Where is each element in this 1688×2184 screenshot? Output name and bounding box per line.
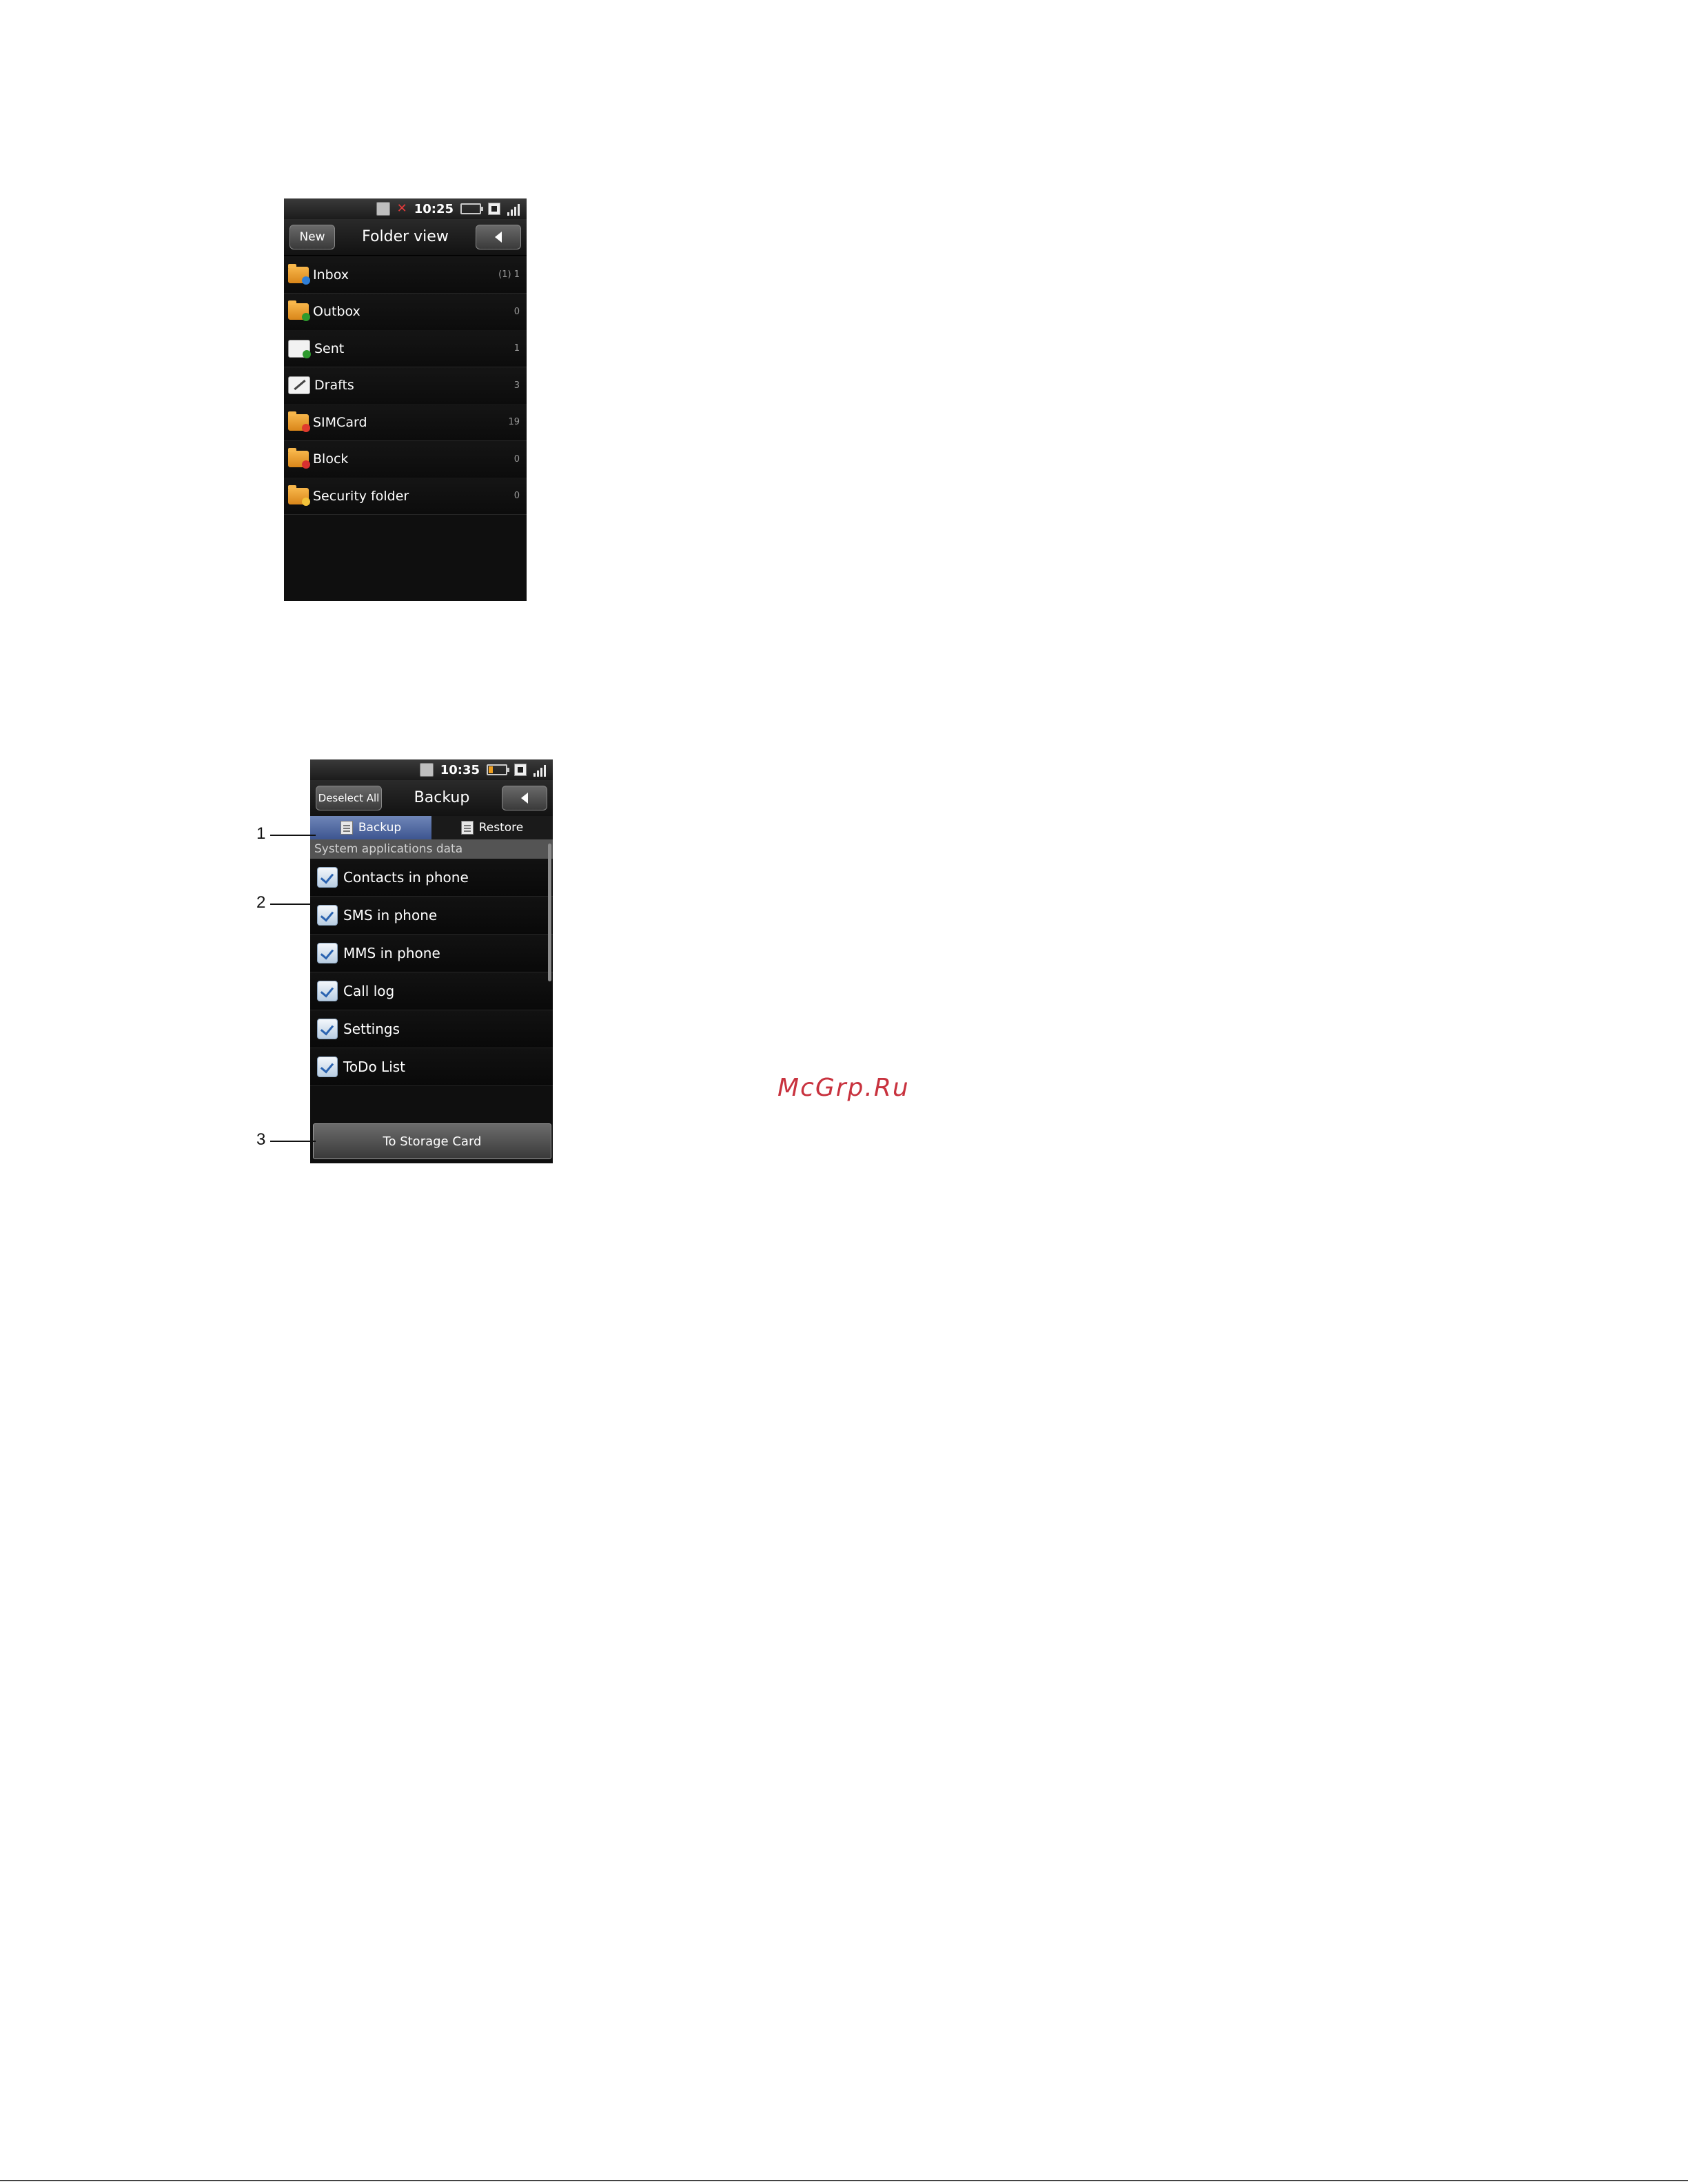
battery-icon bbox=[460, 203, 483, 214]
new-button[interactable]: New bbox=[289, 225, 335, 249]
folder-name: Drafts bbox=[314, 378, 354, 393]
folder-count: (1) 1 bbox=[498, 269, 520, 280]
folder-row[interactable]: Drafts 3 bbox=[284, 367, 527, 405]
title-bar: Deselect All Backup bbox=[310, 780, 553, 817]
checkbox[interactable] bbox=[317, 867, 338, 888]
badge-icon bbox=[302, 460, 310, 469]
folder-name: Inbox bbox=[313, 267, 349, 283]
callout-line-2 bbox=[270, 904, 316, 905]
backup-item-label: SMS in phone bbox=[343, 907, 438, 923]
status-bar: ✕ 10:25 bbox=[284, 198, 527, 219]
tab-bar: Backup Restore bbox=[310, 816, 553, 839]
back-arrow-icon bbox=[495, 232, 502, 243]
notification-icon bbox=[488, 203, 500, 215]
callout-2: 2 bbox=[256, 893, 266, 912]
simcard-folder-icon bbox=[288, 411, 310, 432]
tab-backup[interactable]: Backup bbox=[310, 816, 431, 839]
backup-item-row[interactable]: SMS in phone bbox=[310, 897, 553, 935]
back-button[interactable] bbox=[476, 225, 521, 249]
battery-icon bbox=[487, 764, 509, 775]
folder-count: 0 bbox=[513, 453, 520, 465]
security-folder-icon bbox=[288, 484, 310, 506]
checkbox[interactable] bbox=[317, 981, 338, 1001]
inbox-folder-icon bbox=[288, 263, 310, 285]
back-button[interactable] bbox=[502, 786, 547, 810]
folder-row[interactable]: Outbox 0 bbox=[284, 293, 527, 331]
page-title: Backup bbox=[414, 789, 470, 806]
folder-count: 0 bbox=[513, 491, 520, 501]
folder-name: Outbox bbox=[313, 304, 360, 319]
watermark: McGrp.Ru bbox=[777, 1074, 910, 1102]
backup-item-label: Call log bbox=[343, 983, 395, 999]
folder-name: Security folder bbox=[313, 488, 409, 504]
tab-label: Backup bbox=[358, 821, 402, 835]
section-header: System applications data bbox=[310, 839, 553, 859]
badge-icon bbox=[302, 276, 310, 285]
backup-item-label: Settings bbox=[343, 1021, 400, 1037]
backup-item-row[interactable]: ToDo List bbox=[310, 1048, 553, 1086]
mute-icon: ✕ bbox=[396, 201, 407, 216]
status-time: 10:35 bbox=[440, 762, 480, 777]
badge-icon bbox=[302, 313, 310, 321]
backup-item-label: ToDo List bbox=[343, 1059, 406, 1075]
backup-item-row[interactable]: Settings bbox=[310, 1010, 553, 1048]
folder-count: 3 bbox=[513, 380, 520, 391]
outbox-folder-icon bbox=[288, 300, 310, 321]
tab-label: Restore bbox=[478, 821, 524, 835]
backup-screen: 10:35 Deselect All Backup Backup Restore… bbox=[310, 759, 553, 1163]
folder-name: Sent bbox=[314, 340, 345, 356]
backup-item-label: MMS in phone bbox=[343, 945, 440, 961]
checkbox[interactable] bbox=[317, 905, 338, 926]
signal-icon bbox=[507, 202, 520, 216]
checkbox[interactable] bbox=[317, 943, 338, 963]
folder-row[interactable]: Security folder 0 bbox=[284, 478, 527, 515]
folder-count: 0 bbox=[513, 306, 520, 317]
folder-count: 19 bbox=[508, 417, 520, 427]
backup-item-label: Contacts in phone bbox=[343, 869, 469, 886]
callout-line-3 bbox=[270, 1141, 316, 1142]
badge-icon bbox=[302, 497, 310, 506]
gallery-icon bbox=[419, 763, 434, 777]
status-time: 10:25 bbox=[414, 201, 454, 216]
backup-item-row[interactable]: Call log bbox=[310, 972, 553, 1010]
backup-item-row[interactable]: MMS in phone bbox=[310, 935, 553, 972]
callout-3: 3 bbox=[256, 1130, 266, 1149]
to-storage-card-button[interactable]: To Storage Card bbox=[313, 1123, 551, 1159]
backup-item-row[interactable]: Contacts in phone bbox=[310, 859, 553, 897]
signal-icon bbox=[533, 763, 546, 777]
document-icon bbox=[460, 821, 474, 835]
folder-row[interactable]: Sent 1 bbox=[284, 330, 527, 367]
folder-view-screen: ✕ 10:25 New Folder view Inbox (1) 1 Outbox… bbox=[284, 198, 527, 601]
folder-row[interactable]: Inbox (1) 1 bbox=[284, 256, 527, 294]
folder-name: SIMCard bbox=[313, 414, 367, 430]
block-folder-icon bbox=[288, 448, 310, 469]
back-arrow-icon bbox=[521, 793, 528, 804]
document-icon bbox=[340, 821, 353, 835]
footer-divider bbox=[0, 2180, 1688, 2181]
title-bar: New Folder view bbox=[284, 219, 527, 256]
status-bar: 10:35 bbox=[310, 759, 553, 780]
scrollbar[interactable] bbox=[548, 844, 551, 981]
folder-count: 1 bbox=[513, 343, 520, 354]
folder-row[interactable]: SIMCard 19 bbox=[284, 404, 527, 441]
deselect-all-button[interactable]: Deselect All bbox=[316, 786, 382, 810]
gallery-icon bbox=[376, 202, 390, 216]
callout-1: 1 bbox=[256, 824, 266, 843]
tab-restore[interactable]: Restore bbox=[431, 816, 553, 839]
callout-line-1 bbox=[270, 835, 316, 836]
folder-row[interactable]: Block 0 bbox=[284, 440, 527, 478]
badge-icon bbox=[302, 423, 310, 432]
badge-icon bbox=[303, 349, 311, 358]
sent-envelope-icon bbox=[288, 339, 311, 358]
notification-icon bbox=[514, 764, 527, 776]
folder-name: Block bbox=[313, 451, 349, 467]
page-title: Folder view bbox=[362, 228, 449, 245]
checkbox[interactable] bbox=[317, 1019, 338, 1039]
drafts-pencil-icon bbox=[288, 376, 310, 394]
checkbox[interactable] bbox=[317, 1057, 338, 1077]
